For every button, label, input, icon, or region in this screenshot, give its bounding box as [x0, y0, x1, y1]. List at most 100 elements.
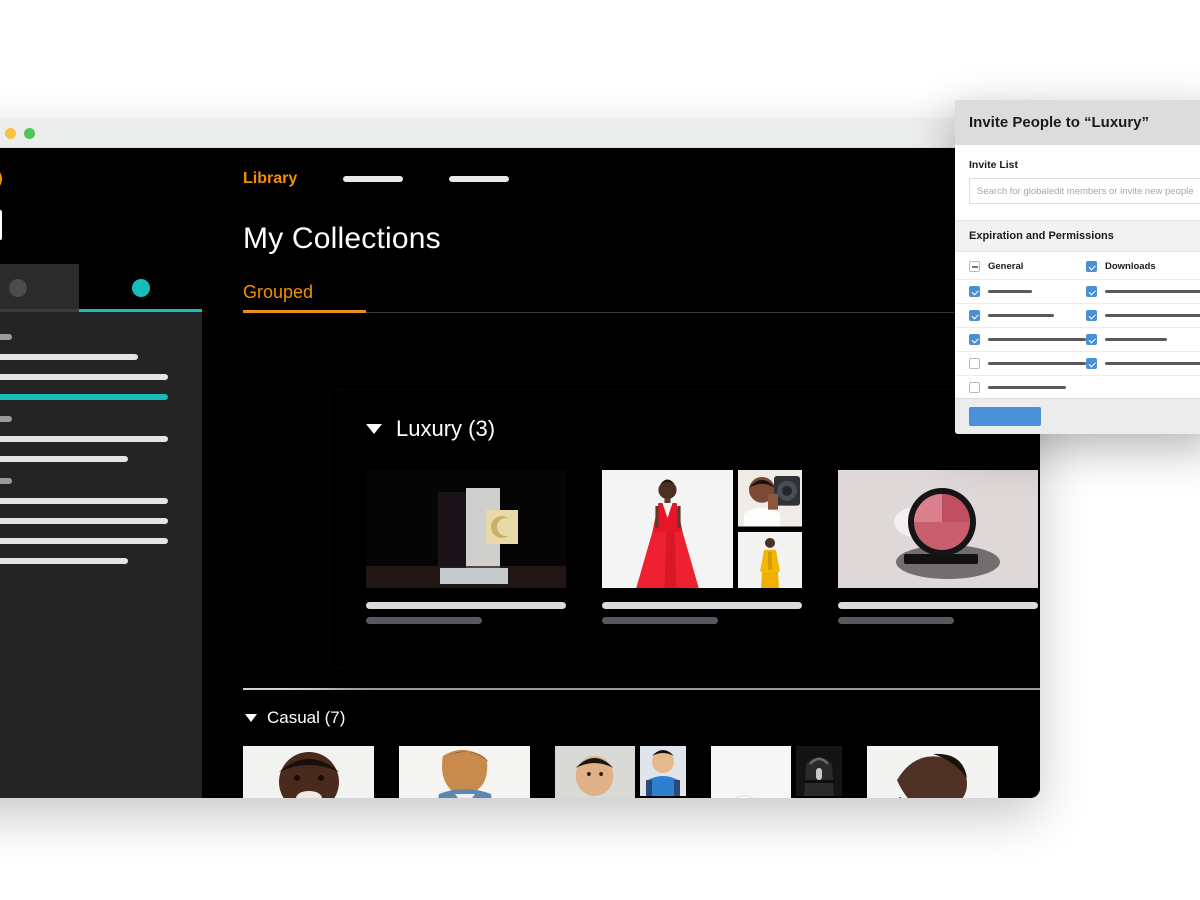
collection-item[interactable]	[399, 746, 530, 798]
thumbnail-black-handbag[interactable]	[796, 746, 842, 796]
permission-checkbox[interactable]	[969, 286, 980, 297]
sidebar-item-1-0[interactable]	[0, 436, 168, 442]
minimize-window-icon[interactable]	[5, 128, 16, 139]
thumbnail-yellow-suit-model[interactable]	[738, 531, 802, 588]
chevron-down-icon[interactable]	[245, 714, 257, 722]
permission-checkbox[interactable]	[1086, 358, 1097, 369]
sidebar-item-2-0[interactable]	[0, 498, 168, 504]
permission-cell-right	[1086, 286, 1200, 297]
thumbnail-blush-compact[interactable]	[838, 470, 1038, 588]
thumbnail-boy-oxford-shirt[interactable]	[555, 746, 635, 798]
sidebar-group	[0, 334, 202, 400]
content-area: Library My Collections Grouped Luxury (3…	[202, 148, 1040, 798]
permission-cell-left	[969, 334, 1086, 345]
tab-right-underline	[79, 309, 202, 312]
nav-item-library[interactable]: Library	[243, 170, 297, 188]
sidebar-item-0-1[interactable]	[0, 374, 168, 380]
thumbnail-row	[602, 470, 802, 588]
permission-checkbox[interactable]	[969, 310, 980, 321]
globaledit-logo-icon	[0, 160, 8, 198]
permission-checkbox[interactable]	[1086, 334, 1097, 345]
thumbnail-woman-with-handbag[interactable]	[738, 470, 802, 527]
permission-checkbox[interactable]	[969, 382, 980, 393]
luxury-items	[330, 442, 1040, 624]
permission-column-label: Downloads	[1105, 261, 1156, 272]
item-title-placeholder	[602, 602, 802, 609]
chevron-down-icon[interactable]	[366, 424, 382, 434]
sidebar-nav	[0, 312, 202, 798]
permission-checkbox[interactable]	[969, 261, 980, 272]
permission-checkbox[interactable]	[969, 358, 980, 369]
permission-row	[955, 328, 1200, 352]
permission-cell-left	[969, 286, 1086, 297]
sidebar-group-heading	[0, 478, 12, 484]
collection-group-header[interactable]: Casual (7)	[243, 690, 1040, 728]
tab-grouped[interactable]: Grouped	[243, 282, 313, 313]
item-subtitle-placeholder	[838, 617, 954, 624]
collection-item[interactable]	[711, 746, 842, 798]
thumbnail-perfume-black-gold[interactable]	[366, 470, 566, 588]
item-title-placeholder	[838, 602, 1038, 609]
permission-label-placeholder	[988, 290, 1032, 293]
collection-group-luxury[interactable]: Luxury (3)	[330, 390, 1040, 668]
page-title: My Collections	[243, 222, 441, 255]
thumbnail-man-navy-tee-profile[interactable]	[867, 746, 998, 798]
dialog-title: Invite People to “Luxury”	[969, 114, 1150, 131]
sidebar-item-0-2[interactable]	[0, 394, 168, 400]
permission-label-placeholder	[988, 338, 1086, 341]
thumbnail-red-gown-model[interactable]	[602, 470, 733, 588]
permission-checkbox[interactable]	[969, 334, 980, 345]
sidebar-tab-left[interactable]	[0, 264, 79, 312]
item-subtitle-placeholder	[602, 617, 718, 624]
permissions-header-row: General Downloads	[955, 252, 1200, 280]
collection-item[interactable]	[555, 746, 686, 798]
collection-item[interactable]	[602, 470, 802, 624]
permission-checkbox[interactable]	[1086, 286, 1097, 297]
collection-group-title: Luxury (3)	[396, 416, 496, 441]
thumbnail-man-denim-shirt[interactable]	[399, 746, 530, 798]
thumbnail-man-grey-turtleneck[interactable]	[243, 746, 374, 798]
thumbnail-side-stack	[738, 470, 802, 588]
sidebar-item-0-0[interactable]	[0, 354, 138, 360]
collection-item[interactable]	[243, 746, 374, 798]
nav-item-placeholder-1[interactable]	[343, 176, 404, 182]
collection-item[interactable]	[366, 470, 566, 624]
permission-checkbox[interactable]	[1086, 310, 1097, 321]
collection-item[interactable]	[867, 746, 998, 798]
thumbnail-side-stack	[640, 746, 686, 798]
sidebar-group-heading	[0, 416, 12, 422]
invite-search-input[interactable]	[969, 178, 1200, 204]
sidebar-group-heading	[0, 334, 12, 340]
invite-dialog: Invite People to “Luxury” Invite List Ex…	[955, 100, 1200, 434]
zoom-window-icon[interactable]	[24, 128, 35, 139]
permission-cell-right	[1086, 310, 1200, 321]
sidebar-item-1-1[interactable]	[0, 456, 128, 462]
sidebar-item-2-3[interactable]	[0, 558, 128, 564]
tab-grouped-underline	[243, 310, 366, 313]
thumbnail-row	[399, 746, 530, 798]
permission-label-placeholder	[1105, 314, 1200, 317]
permission-cell-left	[969, 382, 1086, 393]
search-input[interactable]	[0, 210, 2, 240]
window-titlebar	[0, 118, 1040, 148]
permission-row	[955, 376, 1200, 398]
sidebar-tab-right[interactable]	[79, 264, 202, 312]
invite-submit-button[interactable]	[969, 407, 1041, 426]
permission-checkbox[interactable]	[1086, 261, 1097, 272]
permission-cell-left	[969, 358, 1086, 369]
thumbnail-white-sneaker[interactable]	[711, 746, 791, 798]
thumbnail-boy-blue-tee[interactable]	[640, 746, 686, 796]
sidebar-item-2-1[interactable]	[0, 518, 168, 524]
item-meta	[838, 602, 1038, 624]
casual-items	[243, 728, 1040, 798]
collection-item[interactable]	[838, 470, 1038, 624]
collection-group-header[interactable]: Luxury (3)	[330, 416, 1040, 442]
thumbnail-row	[867, 746, 998, 798]
dialog-footer	[955, 398, 1200, 434]
permission-column-label: General	[988, 261, 1024, 272]
sidebar	[0, 148, 202, 798]
collection-group-casual[interactable]: Casual (7)	[243, 688, 1040, 798]
sidebar-item-2-2[interactable]	[0, 538, 168, 544]
nav-item-placeholder-2[interactable]	[449, 176, 510, 182]
permissions-section-bar: Expiration and Permissions	[955, 220, 1200, 252]
